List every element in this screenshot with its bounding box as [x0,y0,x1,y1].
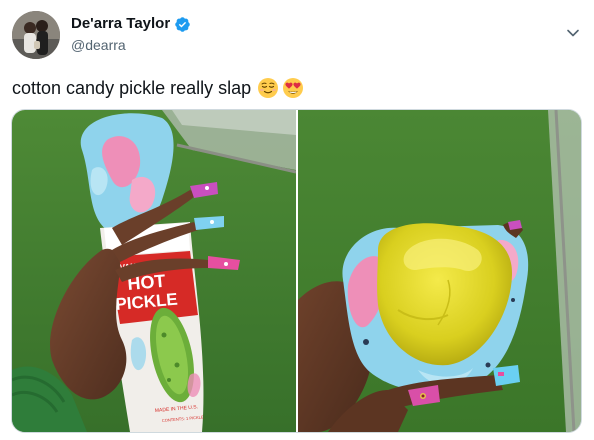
photo-left[interactable]: VAN HOLTEN'S HOT PICKLE MADE IN THE U.S.… [12,110,296,432]
relieved-face-emoji-icon [257,77,279,99]
author-handle[interactable]: @dearra [71,36,126,54]
avatar-photo-icon [12,11,60,59]
tweet-media: VAN HOLTEN'S HOT PICKLE MADE IN THE U.S.… [11,109,582,433]
tweet-text: cotton candy pickle really slap [12,77,304,99]
verified-badge-icon [174,16,191,33]
avatar[interactable] [12,11,60,59]
photo-right[interactable] [298,110,581,432]
chevron-down-icon[interactable] [566,26,580,40]
cotton-candy-pickle-closeup-photo [298,110,581,432]
display-name[interactable]: De'arra Taylor [71,15,170,33]
heart-eyes-emoji-icon [282,77,304,99]
tweet-body: cotton candy pickle really slap [12,78,252,98]
cotton-candy-pickle-pouch-photo: VAN HOLTEN'S HOT PICKLE MADE IN THE U.S.… [12,110,296,432]
tweet: De'arra Taylor @dearra cotton candy pick… [0,0,594,440]
author-name-row: De'arra Taylor [71,15,191,33]
